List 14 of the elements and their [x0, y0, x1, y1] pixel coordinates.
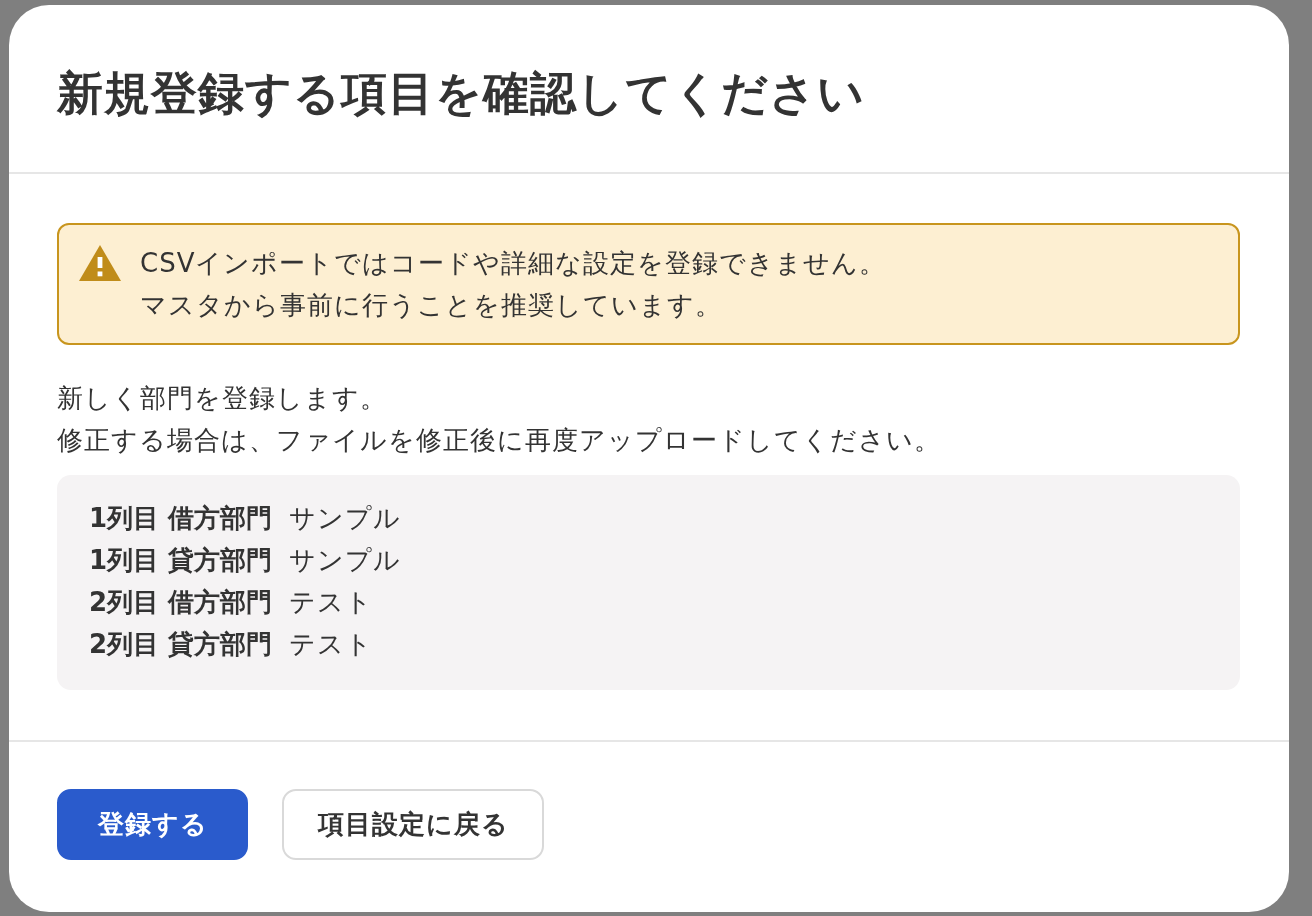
warning-icon	[78, 244, 122, 282]
item-label: 1列目 借方部門	[89, 502, 273, 535]
register-button[interactable]: 登録する	[57, 789, 248, 860]
description-text: 新しく部門を登録します。 修正する場合は、ファイルを修正後に再度アップロードしてください。	[57, 382, 942, 457]
back-button[interactable]: 項目設定に戻る	[282, 789, 544, 860]
item-label: 1列目 貸方部門	[89, 544, 273, 577]
item-value: テスト	[289, 628, 374, 661]
dialog-title: 新規登録する項目を確認してください	[57, 65, 865, 122]
item-label: 2列目 貸方部門	[89, 628, 273, 661]
alert-text: CSVインポートではコードや詳細な設定を登録できません。 マスタから事前に行うことを推奨しています。	[140, 247, 887, 322]
item-label: 2列目 借方部門	[89, 586, 273, 619]
item-value: テスト	[289, 586, 374, 619]
item-value: サンプル	[289, 502, 402, 535]
item-value: サンプル	[289, 544, 402, 577]
